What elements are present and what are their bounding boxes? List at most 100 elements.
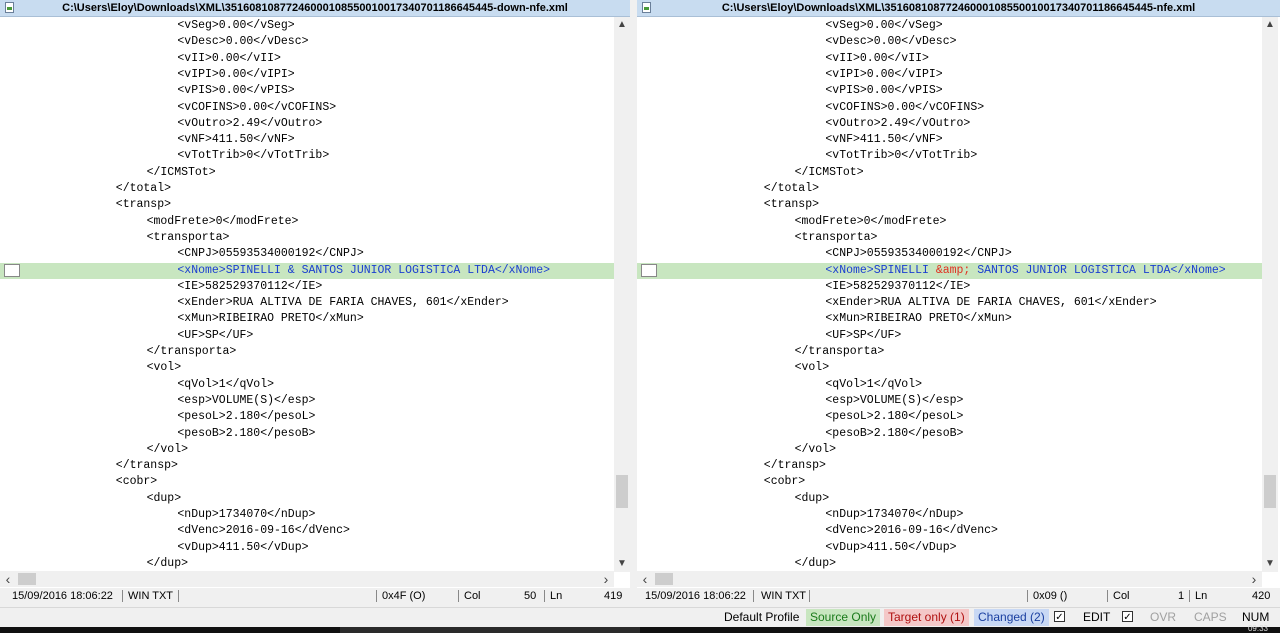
right-code-view[interactable]: <vSeg>0.00</vSeg> <vDesc>0.00</vDesc> <vII… (637, 17, 1262, 572)
code-line[interactable]: <nDup>1734070</nDup> (0, 507, 614, 523)
diff-gutter-box[interactable] (641, 263, 657, 277)
code-line[interactable]: <vDesc>0.00</vDesc> (0, 34, 614, 50)
code-line[interactable]: <vIPI>0.00</vIPI> (637, 67, 1262, 83)
code-line[interactable]: <vIPI>0.00</vIPI> (0, 67, 614, 83)
code-line[interactable]: <transporta> (0, 230, 614, 246)
scroll-right-arrow-icon[interactable]: › (598, 571, 614, 587)
code-line[interactable]: <vSeg>0.00</vSeg> (0, 18, 614, 34)
scroll-up-arrow-icon[interactable]: ▲ (614, 17, 630, 33)
code-line[interactable]: <modFrete>0</modFrete> (0, 214, 614, 230)
scroll-right-arrow-icon[interactable]: › (1246, 571, 1262, 587)
code-line[interactable]: <qVol>1</qVol> (0, 377, 614, 393)
scroll-down-arrow-icon[interactable]: ▼ (1262, 556, 1278, 572)
code-line[interactable]: <qVol>1</qVol> (637, 377, 1262, 393)
right-vertical-scrollbar[interactable]: ▲ ▼ (1262, 17, 1278, 572)
code-line[interactable]: <cobr> (0, 474, 614, 490)
scroll-left-arrow-icon[interactable]: ‹ (637, 571, 653, 587)
code-line[interactable]: <xEnder>RUA ALTIVA DE FARIA CHAVES, 601<… (637, 295, 1262, 311)
code-line[interactable]: <esp>VOLUME(S)</esp> (637, 393, 1262, 409)
scroll-thumb[interactable] (18, 573, 36, 585)
code-line[interactable]: </transporta> (0, 344, 614, 360)
code-line[interactable]: </ICMSTot> (637, 165, 1262, 181)
left-file-pane[interactable]: C:\Users\Eloy\Downloads\XML\351608108772… (0, 0, 630, 604)
scroll-left-arrow-icon[interactable]: ‹ (0, 571, 16, 587)
code-line[interactable]: <vDup>411.50</vDup> (637, 540, 1262, 556)
code-line[interactable]: <vOutro>2.49</vOutro> (0, 116, 614, 132)
right-file-pane[interactable]: C:\Users\Eloy\Downloads\XML\351608108772… (637, 0, 1280, 604)
code-line[interactable]: <vII>0.00</vII> (0, 51, 614, 67)
diff-gutter-box[interactable] (4, 263, 20, 277)
changed-filter[interactable]: Changed (2) (974, 609, 1049, 626)
code-line[interactable]: <transp> (637, 197, 1262, 213)
code-line[interactable]: <transporta> (637, 230, 1262, 246)
code-line[interactable]: <xEnder>RUA ALTIVA DE FARIA CHAVES, 601<… (0, 295, 614, 311)
code-line[interactable]: <vTotTrib>0</vTotTrib> (637, 148, 1262, 164)
code-text: <transp> (763, 198, 820, 212)
scroll-thumb[interactable] (1264, 475, 1276, 508)
left-code-view[interactable]: <vSeg>0.00</vSeg> <vDesc>0.00</vDesc> <vII… (0, 17, 614, 572)
code-line[interactable]: <vII>0.00</vII> (637, 51, 1262, 67)
code-line[interactable]: <IE>582529370112</IE> (0, 279, 614, 295)
profile-label[interactable]: Default Profile (720, 609, 803, 626)
code-line[interactable]: </total> (0, 181, 614, 197)
code-line[interactable]: <pesoB>2.180</pesoB> (0, 426, 614, 442)
code-line[interactable]: <dVenc>2016-09-16</dVenc> (637, 523, 1262, 539)
code-line[interactable]: <vCOFINS>0.00</vCOFINS> (637, 100, 1262, 116)
code-line[interactable]: <esp>VOLUME(S)</esp> (0, 393, 614, 409)
code-line[interactable]: <vOutro>2.49</vOutro> (637, 116, 1262, 132)
right-horizontal-scrollbar[interactable]: ‹ › (637, 571, 1262, 587)
code-line[interactable]: <transp> (0, 197, 614, 213)
code-line[interactable]: <IE>582529370112</IE> (637, 279, 1262, 295)
diff-line[interactable]: <xNome>SPINELLI & SANTOS JUNIOR LOGISTIC… (0, 262, 614, 279)
code-line[interactable]: <CNPJ>05593534000192</CNPJ> (637, 246, 1262, 262)
code-line[interactable]: <vCOFINS>0.00</vCOFINS> (0, 100, 614, 116)
scroll-down-arrow-icon[interactable]: ▼ (614, 556, 630, 572)
code-line[interactable]: <vDesc>0.00</vDesc> (637, 34, 1262, 50)
left-horizontal-scrollbar[interactable]: ‹ › (0, 571, 614, 587)
code-line[interactable]: </transporta> (637, 344, 1262, 360)
scroll-up-arrow-icon[interactable]: ▲ (1262, 17, 1278, 33)
scroll-thumb[interactable] (616, 475, 628, 508)
code-line[interactable]: <vPIS>0.00</vPIS> (0, 83, 614, 99)
code-line[interactable]: <vDup>411.50</vDup> (0, 540, 614, 556)
code-text: <xNome>SPINELLI &amp; SANTOS JUNIOR LOGI… (825, 263, 1226, 277)
code-line[interactable]: </transp> (0, 458, 614, 474)
code-line[interactable]: <vPIS>0.00</vPIS> (637, 83, 1262, 99)
scroll-thumb[interactable] (655, 573, 673, 585)
taskbar-active-app[interactable] (340, 627, 640, 633)
code-line[interactable]: <pesoB>2.180</pesoB> (637, 426, 1262, 442)
code-line[interactable]: <nDup>1734070</nDup> (637, 507, 1262, 523)
code-line[interactable]: </total> (637, 181, 1262, 197)
code-line[interactable]: <cobr> (637, 474, 1262, 490)
code-line[interactable]: <UF>SP</UF> (0, 328, 614, 344)
code-line[interactable]: </ICMSTot> (0, 165, 614, 181)
code-line[interactable]: <UF>SP</UF> (637, 328, 1262, 344)
code-line[interactable]: <pesoL>2.180</pesoL> (637, 409, 1262, 425)
target-only-filter[interactable]: Target only (1) (884, 609, 969, 626)
code-line[interactable]: <dup> (0, 491, 614, 507)
code-line[interactable]: <modFrete>0</modFrete> (637, 214, 1262, 230)
code-line[interactable]: </dup> (637, 556, 1262, 572)
code-line[interactable]: <vNF>411.50</vNF> (0, 132, 614, 148)
changed-checkbox[interactable]: ✓ (1054, 611, 1065, 623)
code-line[interactable]: <CNPJ>05593534000192</CNPJ> (0, 246, 614, 262)
code-line[interactable]: <dVenc>2016-09-16</dVenc> (0, 523, 614, 539)
edit-checkbox[interactable]: ✓ (1122, 611, 1133, 623)
code-line[interactable]: <vSeg>0.00</vSeg> (637, 18, 1262, 34)
code-line[interactable]: </dup> (0, 556, 614, 572)
code-line[interactable]: <xMun>RIBEIRAO PRETO</xMun> (0, 311, 614, 327)
source-only-filter[interactable]: Source Only (806, 609, 881, 626)
code-line[interactable]: <vTotTrib>0</vTotTrib> (0, 148, 614, 164)
code-line[interactable]: </vol> (637, 442, 1262, 458)
code-line[interactable]: <pesoL>2.180</pesoL> (0, 409, 614, 425)
pane-splitter[interactable] (630, 0, 637, 604)
diff-line[interactable]: <xNome>SPINELLI &amp; SANTOS JUNIOR LOGI… (637, 262, 1262, 279)
code-line[interactable]: <vol> (0, 360, 614, 376)
code-line[interactable]: <vNF>411.50</vNF> (637, 132, 1262, 148)
left-vertical-scrollbar[interactable]: ▲ ▼ (614, 17, 630, 572)
code-line[interactable]: </transp> (637, 458, 1262, 474)
code-line[interactable]: <dup> (637, 491, 1262, 507)
code-line[interactable]: <vol> (637, 360, 1262, 376)
code-line[interactable]: <xMun>RIBEIRAO PRETO</xMun> (637, 311, 1262, 327)
code-line[interactable]: </vol> (0, 442, 614, 458)
